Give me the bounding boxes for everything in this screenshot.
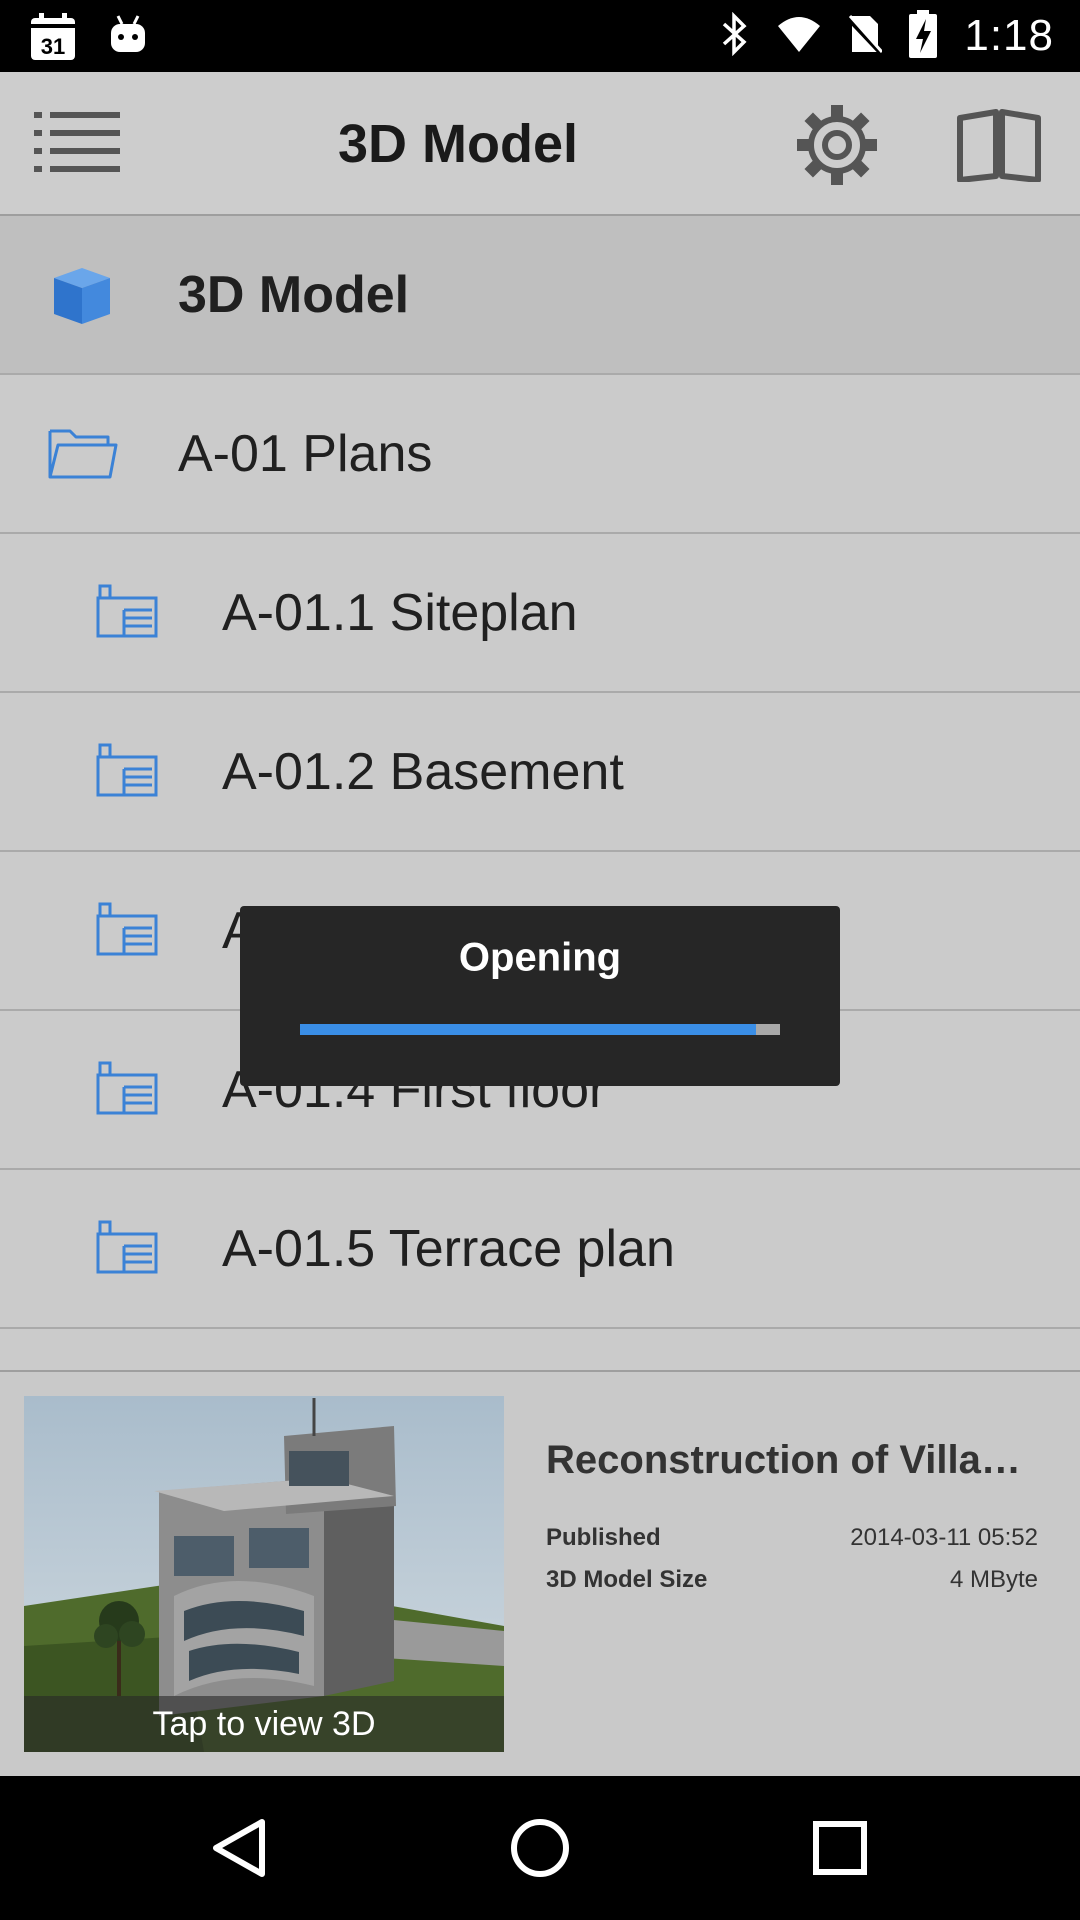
progress-bar xyxy=(300,1024,780,1035)
book-icon xyxy=(957,109,1041,182)
list-item-label: A-01.5 Terrace plan xyxy=(222,1219,675,1278)
wifi-icon xyxy=(776,14,822,59)
system-nav-bar xyxy=(0,1776,1080,1920)
cube-icon xyxy=(54,268,110,324)
recents-icon xyxy=(813,1821,867,1875)
list-item-label: 3D Model xyxy=(178,265,410,324)
model-size-label: 3D Model Size xyxy=(546,1566,708,1593)
list-item-label: A-01.2 Basement xyxy=(222,742,624,801)
list-item[interactable]: A-01 Plans xyxy=(0,375,1080,534)
home-icon xyxy=(511,1819,569,1877)
folder-icon xyxy=(48,429,118,479)
back-icon xyxy=(213,1819,265,1877)
calendar-day: 31 xyxy=(41,34,65,59)
calendar-icon: 31 xyxy=(28,12,78,67)
page-title: 3D Model xyxy=(337,114,579,174)
list-item[interactable]: A-01.2 Basement xyxy=(0,693,1080,852)
project-title: Reconstruction of Villa… xyxy=(546,1438,1021,1482)
book-button[interactable] xyxy=(954,100,1044,190)
battery-charging-icon xyxy=(908,9,938,64)
plan-sheet-icon xyxy=(96,902,158,956)
clock: 1:18 xyxy=(964,11,1054,60)
back-button[interactable] xyxy=(198,1806,282,1890)
model-size-value: 4 MByte xyxy=(949,1566,1038,1593)
plan-sheet-icon xyxy=(96,1061,158,1115)
model-thumbnail[interactable]: Tap to view 3D xyxy=(24,1396,504,1752)
thumbnail-caption: Tap to view 3D xyxy=(24,1696,504,1752)
progress-fill xyxy=(300,1024,756,1035)
gear-icon xyxy=(797,105,877,185)
status-bar: 31 1:18 xyxy=(0,0,1080,72)
list-item[interactable]: A-01.1 Siteplan xyxy=(0,534,1080,693)
list-item-label: A-01 Plans xyxy=(178,424,433,483)
plan-sheet-icon xyxy=(96,743,158,797)
plan-sheet-icon xyxy=(96,1220,158,1274)
list-item[interactable]: 3D Model xyxy=(0,216,1080,375)
plan-sheet-icon xyxy=(96,584,158,638)
published-value: 2014-03-11 05:52 xyxy=(850,1524,1038,1551)
document-list: 3D Model A-01 Plans A-01.1 Siteplan A-01… xyxy=(0,216,1080,1370)
dialog-title: Opening xyxy=(458,935,622,980)
settings-button[interactable] xyxy=(792,100,882,190)
android-icon xyxy=(108,12,148,67)
app-toolbar: 3D Model xyxy=(0,72,1080,216)
home-button[interactable] xyxy=(498,1806,582,1890)
list-item-label: A-01.1 Siteplan xyxy=(222,583,578,642)
list-item-partial[interactable] xyxy=(0,1329,1080,1370)
bluetooth-icon xyxy=(720,11,750,61)
project-info-card: Tap to view 3D Reconstruction of Villa… … xyxy=(0,1370,1080,1776)
list-item[interactable]: A-01.5 Terrace plan xyxy=(0,1170,1080,1329)
published-row: Published 2014-03-11 05:52 xyxy=(546,1524,1038,1552)
model-size-row: 3D Model Size 4 MByte xyxy=(546,1566,1038,1594)
opening-dialog: Opening xyxy=(240,906,840,1086)
recents-button[interactable] xyxy=(798,1806,882,1890)
no-sim-icon xyxy=(846,12,885,61)
published-label: Published xyxy=(546,1524,661,1551)
